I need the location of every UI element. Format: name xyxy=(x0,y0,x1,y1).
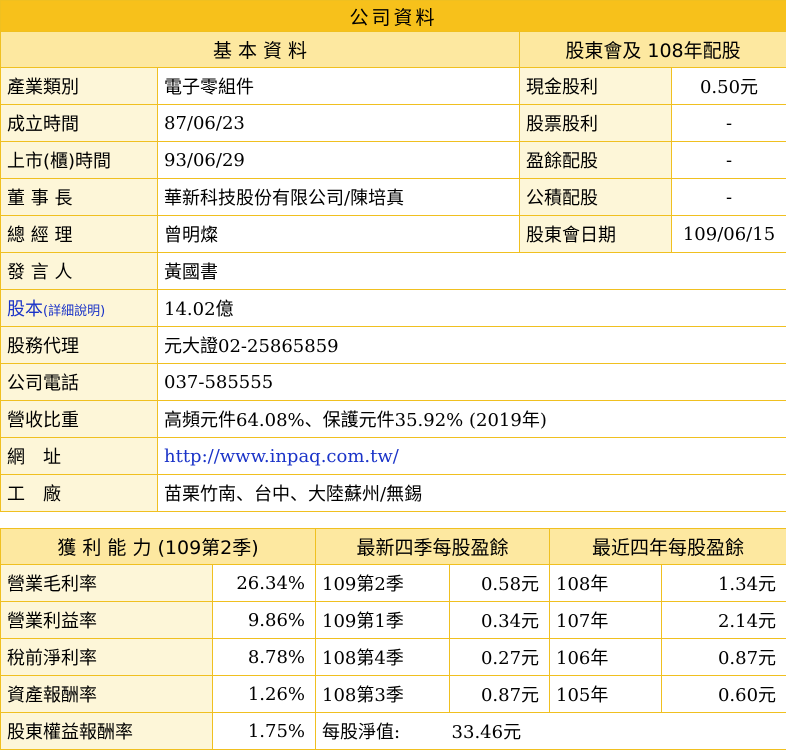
row-value-reserve-dividend: - xyxy=(672,179,786,216)
profit-label: 股東權益報酬率 xyxy=(1,713,213,750)
profit-value: 26.34% xyxy=(213,565,316,602)
row-label-reserve-dividend: 公積配股 xyxy=(520,179,672,216)
row-label-listed: 上市(櫃)時間 xyxy=(1,142,158,179)
eps-year-value: 0.87元 xyxy=(662,639,786,676)
table-row: 公司電話 037-585555 xyxy=(1,364,786,401)
table-row: 股本(詳細說明) 14.02億 xyxy=(1,290,786,327)
eps-year-value: 0.60元 xyxy=(662,676,786,713)
row-value-factory: 苗栗竹南、台中、大陸蘇州/無錫 xyxy=(158,475,786,512)
eps-quarter-value: 0.27元 xyxy=(450,639,550,676)
row-value-transfer-agent: 元大證02-25865859 xyxy=(158,327,786,364)
row-value-ceo: 曾明燦 xyxy=(158,216,520,253)
row-value-earnings-dividend: - xyxy=(672,142,786,179)
table-row: 董 事 長 華新科技股份有限公司/陳培真 公積配股 - xyxy=(1,179,786,216)
row-value-listed: 93/06/29 xyxy=(158,142,520,179)
eps-quarter-label: 109第2季 xyxy=(316,565,450,602)
table-row: 網 址 http://www.inpaq.com.tw/ xyxy=(1,438,786,475)
table-row: 營業毛利率 26.34% 109第2季 0.58元 108年 1.34元 xyxy=(1,565,786,602)
page-title: 公司資料 xyxy=(1,1,786,32)
row-value-founded: 87/06/23 xyxy=(158,105,520,142)
profit-header: 獲 利 能 力 (109第2季) xyxy=(1,529,316,565)
eps-quarters-header: 最新四季每股盈餘 xyxy=(316,529,550,565)
dividend-header: 股東會及 108年配股 xyxy=(520,32,786,68)
table-row: 產業類別 電子零組件 現金股利 0.50元 xyxy=(1,68,786,105)
eps-year-value: 2.14元 xyxy=(662,602,786,639)
row-value-industry: 電子零組件 xyxy=(158,68,520,105)
eps-year-label: 107年 xyxy=(550,602,662,639)
eps-year-label: 105年 xyxy=(550,676,662,713)
table-row: 股東權益報酬率 1.75% 每股淨值: 33.46元 xyxy=(1,713,786,750)
row-label-spokesperson: 發 言 人 xyxy=(1,253,158,290)
eps-quarter-label: 109第1季 xyxy=(316,602,450,639)
row-value-chairman: 華新科技股份有限公司/陳培真 xyxy=(158,179,520,216)
row-value-revenue-mix: 高頻元件64.08%、保護元件35.92% (2019年) xyxy=(158,401,786,438)
row-label-founded: 成立時間 xyxy=(1,105,158,142)
row-label-ceo: 總 經 理 xyxy=(1,216,158,253)
eps-quarter-value: 0.58元 xyxy=(450,565,550,602)
row-value-stock-dividend: - xyxy=(672,105,786,142)
table-row: 營收比重 高頻元件64.08%、保護元件35.92% (2019年) xyxy=(1,401,786,438)
table-row: 營業利益率 9.86% 109第1季 0.34元 107年 2.14元 xyxy=(1,602,786,639)
website-link[interactable]: http://www.inpaq.com.tw/ xyxy=(164,446,399,467)
row-label-stock-dividend: 股票股利 xyxy=(520,105,672,142)
row-label-industry: 產業類別 xyxy=(1,68,158,105)
row-label-revenue-mix: 營收比重 xyxy=(1,401,158,438)
profit-value: 1.75% xyxy=(213,713,316,750)
eps-quarter-label: 108第4季 xyxy=(316,639,450,676)
row-label-earnings-dividend: 盈餘配股 xyxy=(520,142,672,179)
row-label-meeting-date: 股東會日期 xyxy=(520,216,672,253)
profit-value: 1.26% xyxy=(213,676,316,713)
profit-label: 稅前淨利率 xyxy=(1,639,213,676)
profit-value: 9.86% xyxy=(213,602,316,639)
profit-label: 營業利益率 xyxy=(1,602,213,639)
earnings-table: 獲 利 能 力 (109第2季) 最新四季每股盈餘 最近四年每股盈餘 營業毛利率… xyxy=(0,528,786,750)
eps-quarter-value: 0.87元 xyxy=(450,676,550,713)
profit-label: 資產報酬率 xyxy=(1,676,213,713)
eps-quarter-label: 108第3季 xyxy=(316,676,450,713)
capital-link[interactable]: 股本(詳細說明) xyxy=(1,290,158,327)
row-label-cash-dividend: 現金股利 xyxy=(520,68,672,105)
basic-header: 基 本 資 料 xyxy=(1,32,520,68)
eps-year-value: 1.34元 xyxy=(662,565,786,602)
eps-quarter-value: 0.34元 xyxy=(450,602,550,639)
company-basic-table: 公司資料 基 本 資 料 股東會及 108年配股 產業類別 電子零組件 現金股利… xyxy=(0,0,786,512)
row-label-phone: 公司電話 xyxy=(1,364,158,401)
row-value-cash-dividend: 0.50元 xyxy=(672,68,786,105)
eps-year-label: 108年 xyxy=(550,565,662,602)
table-row: 資產報酬率 1.26% 108第3季 0.87元 105年 0.60元 xyxy=(1,676,786,713)
table-row: 股務代理 元大證02-25865859 xyxy=(1,327,786,364)
eps-years-header: 最近四年每股盈餘 xyxy=(550,529,786,565)
table-row: 工 廠 苗栗竹南、台中、大陸蘇州/無錫 xyxy=(1,475,786,512)
row-value-capital: 14.02億 xyxy=(158,290,786,327)
table-row: 發 言 人 黃國書 xyxy=(1,253,786,290)
table-row: 上市(櫃)時間 93/06/29 盈餘配股 - xyxy=(1,142,786,179)
table-row: 成立時間 87/06/23 股票股利 - xyxy=(1,105,786,142)
row-label-factory: 工 廠 xyxy=(1,475,158,512)
eps-year-label: 106年 xyxy=(550,639,662,676)
profit-value: 8.78% xyxy=(213,639,316,676)
row-value-website: http://www.inpaq.com.tw/ xyxy=(158,438,786,475)
row-value-spokesperson: 黃國書 xyxy=(158,253,786,290)
row-label-transfer-agent: 股務代理 xyxy=(1,327,158,364)
row-value-phone: 037-585555 xyxy=(158,364,786,401)
table-row: 總 經 理 曾明燦 股東會日期 109/06/15 xyxy=(1,216,786,253)
capital-label[interactable]: 股本 xyxy=(7,299,43,320)
capital-detail-link[interactable]: (詳細說明) xyxy=(43,304,105,319)
row-label-website: 網 址 xyxy=(1,438,158,475)
row-value-meeting-date: 109/06/15 xyxy=(672,216,786,253)
bvps-cell: 每股淨值: 33.46元 xyxy=(316,713,786,750)
row-label-chairman: 董 事 長 xyxy=(1,179,158,216)
profit-label: 營業毛利率 xyxy=(1,565,213,602)
table-row: 稅前淨利率 8.78% 108第4季 0.27元 106年 0.87元 xyxy=(1,639,786,676)
